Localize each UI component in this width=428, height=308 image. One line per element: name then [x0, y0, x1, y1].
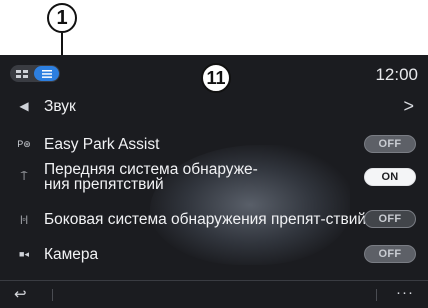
back-icon[interactable]: ↩	[14, 285, 27, 303]
list-icon[interactable]	[34, 66, 59, 81]
bottom-bar: ↩ ···	[0, 280, 428, 308]
callout-1: 1	[47, 3, 77, 33]
park-assist-icon: P⊛	[17, 138, 31, 149]
side-obstacle-detection-switch[interactable]: OFF	[364, 210, 416, 228]
switch-state: OFF	[378, 138, 402, 150]
camera-icon: ■◂	[19, 248, 29, 259]
front-sensor-icon: ⍑	[20, 170, 28, 183]
camera-switch[interactable]: OFF	[364, 245, 416, 263]
row-label: Звук	[44, 97, 76, 115]
settings-row-sound[interactable]: ◀ Звук >	[0, 93, 428, 119]
more-options-icon[interactable]: ···	[396, 284, 414, 301]
row-label: Камера	[44, 245, 99, 263]
settings-row-camera[interactable]: ■◂ Камера OFF	[0, 243, 428, 265]
callout-number: 1	[56, 6, 68, 29]
callout-11: 11	[201, 63, 231, 93]
front-obstacle-detection-switch[interactable]: ON	[364, 168, 416, 186]
speaker-icon: ◀	[19, 99, 29, 113]
side-sensor-icon: |▫|	[20, 214, 28, 224]
settings-row-front-obstacle-detection[interactable]: ⍑ Передняя система обнаруже-ния препятст…	[0, 159, 428, 195]
row-label: Easy Park Assist	[44, 135, 160, 153]
divider	[376, 289, 377, 301]
divider	[52, 289, 53, 301]
settings-row-easy-park-assist[interactable]: P⊛ Easy Park Assist OFF	[0, 133, 428, 155]
badge-number: 11	[206, 67, 226, 88]
easy-park-assist-switch[interactable]: OFF	[364, 135, 416, 153]
switch-state: OFF	[378, 213, 402, 225]
clock: 12:00	[375, 65, 418, 84]
settings-row-side-obstacle-detection[interactable]: |▫| Боковая система обнаружения препят-с…	[0, 201, 428, 237]
grid-icon[interactable]	[13, 68, 31, 79]
infotainment-screen: 11 12:00 ◀ Звук > P⊛ Easy Park Assist OF…	[0, 55, 428, 308]
chevron-right-icon[interactable]: >	[403, 96, 414, 117]
switch-state: OFF	[378, 248, 402, 260]
view-toggle[interactable]	[10, 65, 60, 82]
top-bar: 11 12:00	[0, 55, 428, 93]
row-label: Передняя система обнаруже-ния препятстви…	[44, 161, 258, 193]
switch-state: ON	[381, 171, 399, 183]
